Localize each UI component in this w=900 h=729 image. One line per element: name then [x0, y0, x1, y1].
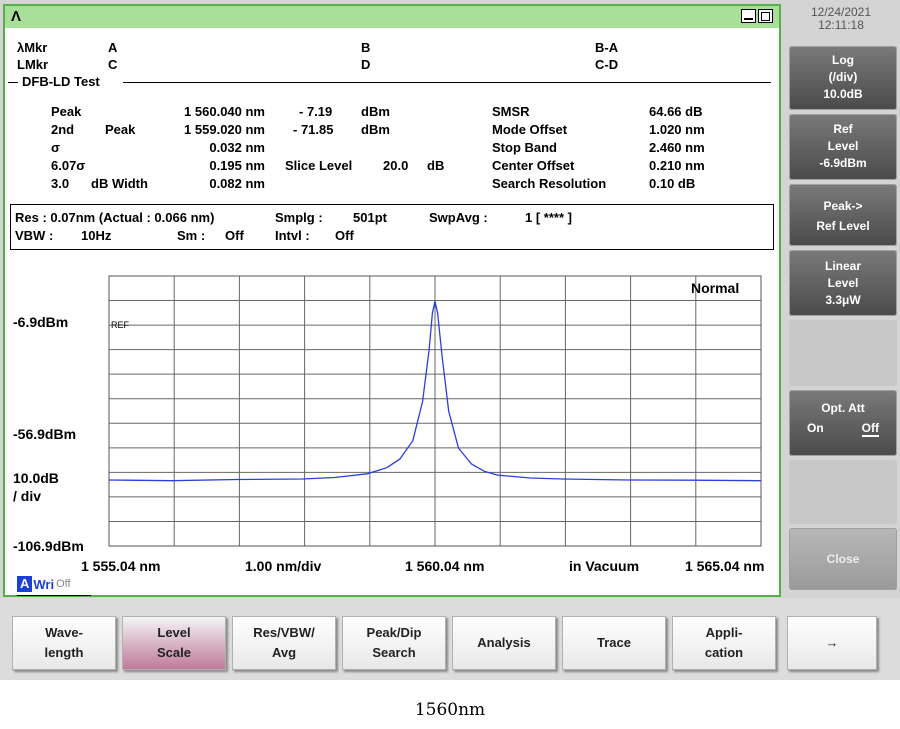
optical-attenuator-softkey[interactable]: Opt. Att On Off — [789, 390, 897, 456]
opt-att-off: Off — [861, 421, 879, 437]
function-key-label: Wave- — [45, 625, 83, 640]
trace-mode-label: Normal — [691, 280, 740, 296]
x-label-div: 1.00 nm/div — [245, 558, 322, 574]
function-key-label: cation — [704, 645, 744, 660]
softkey-line: Log — [832, 53, 854, 67]
function-key-label: Search — [372, 645, 416, 660]
function-key-label: Scale — [157, 645, 191, 660]
close-softkey[interactable]: Close — [789, 528, 897, 590]
softkey-line: Level — [827, 139, 859, 153]
function-key-5[interactable]: Trace — [562, 616, 666, 670]
y-label-scale-div: / div — [13, 488, 42, 504]
function-key-label: length — [44, 645, 84, 660]
softkey-line: 3.3μW — [825, 293, 861, 307]
linear-level-softkey[interactable]: Linear Level 3.3μW — [789, 250, 897, 316]
function-key-6[interactable]: Appli-cation — [672, 616, 776, 670]
x-label-start: 1 555.04 nm — [81, 558, 161, 574]
softkey-line: (/div) — [828, 70, 858, 84]
softkey-line: Peak-> — [823, 199, 863, 213]
softkey-line: -6.9dBm — [819, 156, 867, 170]
softkey-line: Level — [827, 276, 859, 290]
function-key-label: Analysis — [477, 635, 531, 650]
log-div-softkey[interactable]: Log (/div) 10.0dB — [789, 46, 897, 110]
y-label-mid: -56.9dBm — [13, 426, 77, 442]
function-key-label: → — [825, 635, 839, 650]
time: 12:11:18 — [818, 18, 864, 32]
softkey-line: 10.0dB — [823, 87, 863, 101]
y-label-top: -6.9dBm — [13, 314, 69, 330]
y-label-bottom: -106.9dBm — [13, 538, 84, 554]
image-caption: 1560nm — [414, 700, 486, 720]
function-key-2[interactable]: Res/VBW/Avg — [232, 616, 336, 670]
function-key-label: Appli- — [705, 625, 743, 640]
trace-a-badge: A — [17, 576, 33, 592]
x-label-center: 1 560.04 nm — [405, 558, 485, 574]
main-screen: Λ λMkr LMkr A C B D B-A C-D DFB-LD Test … — [3, 4, 781, 597]
function-key-4[interactable]: Analysis — [452, 616, 556, 670]
write-status[interactable]: A Wri Off — [17, 576, 71, 592]
peak-to-ref-level-softkey[interactable]: Peak-> Ref Level — [789, 184, 897, 246]
function-key-label: Trace — [597, 635, 631, 650]
ref-marker: REF — [111, 320, 129, 330]
ref-level-softkey[interactable]: Ref Level -6.9dBm — [789, 114, 897, 180]
function-key-label: Level — [157, 625, 191, 640]
write-label: Wri — [33, 576, 55, 592]
function-key-0[interactable]: Wave-length — [12, 616, 116, 670]
function-key-label: Peak/Dip — [366, 625, 422, 640]
x-label-medium: in Vacuum — [569, 558, 640, 574]
function-key-label: Avg — [271, 645, 297, 660]
empty-softkey — [789, 460, 897, 524]
softkey-line: Linear — [824, 259, 861, 273]
softkey-line: Opt. Att — [821, 401, 865, 415]
empty-softkey — [789, 320, 897, 386]
opt-att-on: On — [807, 421, 824, 435]
softkey-line: Ref Level — [816, 219, 870, 233]
x-label-stop: 1 565.04 nm — [685, 558, 765, 574]
softkey-line: Ref — [833, 122, 853, 136]
spectrum-chart[interactable] — [5, 6, 779, 595]
function-key-7[interactable]: → — [787, 616, 877, 670]
function-key-label: Res/VBW/ — [253, 625, 315, 640]
write-off-label: Off — [56, 578, 71, 590]
y-label-scale: 10.0dB — [13, 470, 59, 486]
function-key-3[interactable]: Peak/Dip Search — [342, 616, 446, 670]
clock: 12/24/2021 12:11:18 — [785, 6, 897, 32]
function-key-1[interactable]: Level Scale — [122, 616, 226, 670]
status-underline — [17, 595, 91, 596]
